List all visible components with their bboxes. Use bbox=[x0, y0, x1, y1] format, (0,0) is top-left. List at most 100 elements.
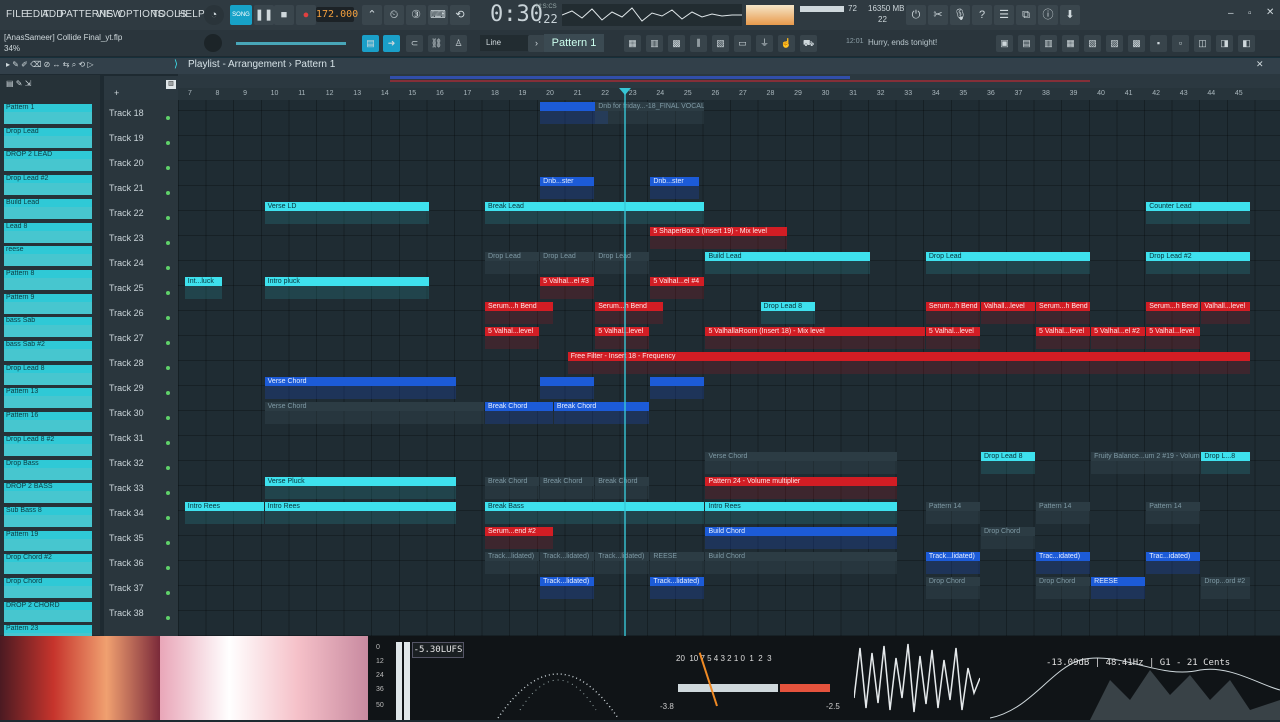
playlist-clip[interactable]: Pattern 14 bbox=[1036, 502, 1091, 524]
playlist-clip[interactable]: Break Chord bbox=[485, 402, 553, 424]
playlist-clip[interactable]: Break Bass bbox=[485, 502, 705, 524]
playlist-clip[interactable]: Track...lidated) bbox=[485, 552, 540, 574]
playlist-clip[interactable]: Track...lidated) bbox=[540, 552, 595, 574]
pattern-item[interactable]: DROP 2 CHORD bbox=[4, 601, 92, 622]
track-mute-led-icon[interactable] bbox=[166, 466, 170, 470]
playlist-clip[interactable]: 5 Valhal...level bbox=[1146, 327, 1201, 349]
pattern-item[interactable]: Drop Lead bbox=[4, 127, 92, 148]
playlist-clip[interactable]: Pattern 24 - Volume multiplier bbox=[705, 477, 898, 499]
track-header[interactable]: Track 31 bbox=[104, 425, 178, 450]
playlist-clip[interactable]: Verse Pluck bbox=[264, 477, 457, 499]
record-mode-knob[interactable]: ◔ bbox=[204, 5, 224, 25]
playlist-clip[interactable]: Break Lead bbox=[485, 202, 705, 224]
playlist-clip[interactable]: Drop Chord bbox=[1036, 577, 1091, 599]
playlist-clip[interactable]: Free Filter - Insert 18 - Frequency bbox=[567, 352, 1250, 374]
playlist-clip[interactable]: Break Chord bbox=[540, 477, 595, 499]
cut-icon[interactable]: ✂ bbox=[928, 5, 948, 25]
playlist-clip[interactable]: REESE bbox=[650, 552, 705, 574]
pattern-item[interactable]: Drop Lead #2 bbox=[4, 175, 92, 196]
panel5-icon[interactable]: ▧ bbox=[1084, 35, 1101, 52]
track-mute-led-icon[interactable] bbox=[166, 116, 170, 120]
menu-help[interactable]: HELP bbox=[178, 9, 205, 20]
pattern-item[interactable]: DROP 2 BASS bbox=[4, 483, 92, 504]
document-icon[interactable]: ▭ bbox=[734, 35, 751, 52]
piano-icon[interactable]: ▥ bbox=[166, 80, 176, 89]
maximize-icon[interactable]: ▫ bbox=[1248, 8, 1252, 19]
track-mute-led-icon[interactable] bbox=[166, 416, 170, 420]
playlist-clip[interactable]: Intro Rees bbox=[705, 502, 898, 524]
song-mode-toggle[interactable]: SONG bbox=[230, 5, 252, 25]
playlist-clip[interactable]: Pattern 14 bbox=[1146, 502, 1201, 524]
playlist-clip[interactable]: Drop Lead 8 bbox=[760, 302, 815, 324]
track-header[interactable]: Track 24 bbox=[104, 250, 178, 275]
pattern-item[interactable]: Lead 8 bbox=[4, 222, 92, 243]
playlist-clip[interactable]: Track...lidated) bbox=[650, 577, 705, 599]
playlist-clip[interactable]: Track...lidated) bbox=[540, 577, 595, 599]
track-header[interactable]: Track 36 bbox=[104, 550, 178, 575]
browser-icon[interactable]: ▧ bbox=[712, 35, 729, 52]
power-icon[interactable]: ⏻ bbox=[906, 5, 926, 25]
track-mute-led-icon[interactable] bbox=[166, 241, 170, 245]
playlist-clip[interactable]: Build Lead bbox=[705, 252, 870, 274]
playlist-clip[interactable] bbox=[650, 377, 705, 399]
playlist-clip[interactable]: Intro pluck bbox=[264, 277, 429, 299]
bar-ruler[interactable] bbox=[178, 88, 1280, 100]
track-header[interactable]: Track 23 bbox=[104, 225, 178, 250]
playlist-clip[interactable]: 5 Valhal...level bbox=[1036, 327, 1091, 349]
playlist-clip[interactable]: Serum...h Bend bbox=[1146, 302, 1201, 324]
playlist-clip[interactable]: Drop Lead #2 bbox=[1146, 252, 1250, 274]
track-mute-led-icon[interactable] bbox=[166, 266, 170, 270]
playlist-clip[interactable]: Drop Chord bbox=[925, 577, 980, 599]
track-header[interactable]: Track 35 bbox=[104, 525, 178, 550]
track-header[interactable]: Track 28 bbox=[104, 350, 178, 375]
playlist-clip[interactable]: Valhall...level bbox=[1201, 302, 1250, 324]
track-header[interactable]: Track 29 bbox=[104, 375, 178, 400]
playlist-clip[interactable]: 5 Valhal...el #4 bbox=[650, 277, 705, 299]
track-header[interactable]: Track 34 bbox=[104, 500, 178, 525]
playlist-clip[interactable]: Dnb...ster bbox=[650, 177, 699, 199]
panel7-icon[interactable]: ▩ bbox=[1128, 35, 1145, 52]
playlist-clip[interactable]: Dnb for friday...-18_FINAL VOCAL bbox=[595, 102, 705, 124]
track-mute-led-icon[interactable] bbox=[166, 591, 170, 595]
stamp-icon[interactable]: ♙ bbox=[450, 35, 467, 52]
track-mute-led-icon[interactable] bbox=[166, 141, 170, 145]
add-track-icon[interactable]: + bbox=[114, 88, 119, 98]
track-mute-led-icon[interactable] bbox=[166, 391, 170, 395]
track-mute-led-icon[interactable] bbox=[166, 616, 170, 620]
playlist-clip[interactable]: Pattern 14 bbox=[925, 502, 980, 524]
playlist-close-icon[interactable]: ✕ bbox=[1256, 59, 1264, 70]
playlist-clip[interactable]: Verse Chord bbox=[264, 377, 457, 399]
close-icon[interactable]: ✕ bbox=[1266, 7, 1274, 18]
playlist-clip[interactable]: 5 Valhal...el #3 bbox=[540, 277, 595, 299]
panel4-icon[interactable]: ▦ bbox=[1062, 35, 1079, 52]
playlist-clip[interactable]: Trac...idated) bbox=[1036, 552, 1091, 574]
playlist-clip[interactable]: Drop...ord #2 bbox=[1201, 577, 1250, 599]
track-header[interactable]: Track 22 bbox=[104, 200, 178, 225]
loop-record-icon[interactable]: ⟲ bbox=[450, 5, 470, 25]
playlist-clip[interactable]: Intro Rees bbox=[264, 502, 457, 524]
playlist-clip[interactable]: Dnb...ster bbox=[540, 177, 595, 199]
panel11-icon[interactable]: ◨ bbox=[1216, 35, 1233, 52]
step-edit-icon[interactable]: ⌨ bbox=[428, 5, 448, 25]
master-pitch-slider[interactable] bbox=[236, 42, 346, 45]
playlist-clip[interactable]: Valhall...level bbox=[980, 302, 1036, 324]
panel-icon[interactable]: ▣ bbox=[996, 35, 1013, 52]
pattern-item[interactable]: Drop Lead 8 bbox=[4, 364, 92, 385]
track-header[interactable]: Track 30 bbox=[104, 400, 178, 425]
playlist-clip[interactable]: 5 Valhal...el #2 bbox=[1091, 327, 1146, 349]
playlist-clip[interactable]: Build Chord bbox=[705, 527, 898, 549]
pattern-item[interactable]: Sub Bass 8 bbox=[4, 506, 92, 527]
playlist-clip[interactable]: Verse Chord bbox=[264, 402, 485, 424]
playlist-clip[interactable]: Serum...h Bend bbox=[595, 302, 664, 324]
track-mute-led-icon[interactable] bbox=[166, 441, 170, 445]
timeline-overview[interactable] bbox=[178, 74, 1280, 88]
pattern-item[interactable]: Build Lead bbox=[4, 198, 92, 219]
pattern-item[interactable]: Pattern 1 bbox=[4, 104, 92, 124]
pattern-item[interactable]: Pattern 19 bbox=[4, 530, 92, 551]
track-mute-led-icon[interactable] bbox=[166, 216, 170, 220]
plug-icon[interactable]: ⏚ bbox=[756, 35, 773, 52]
panel2-icon[interactable]: ▤ bbox=[1018, 35, 1035, 52]
playlist-clip[interactable]: Verse LD bbox=[264, 202, 429, 224]
tempo-display[interactable]: 172.000 bbox=[316, 7, 358, 22]
track-header[interactable]: Track 37 bbox=[104, 575, 178, 600]
